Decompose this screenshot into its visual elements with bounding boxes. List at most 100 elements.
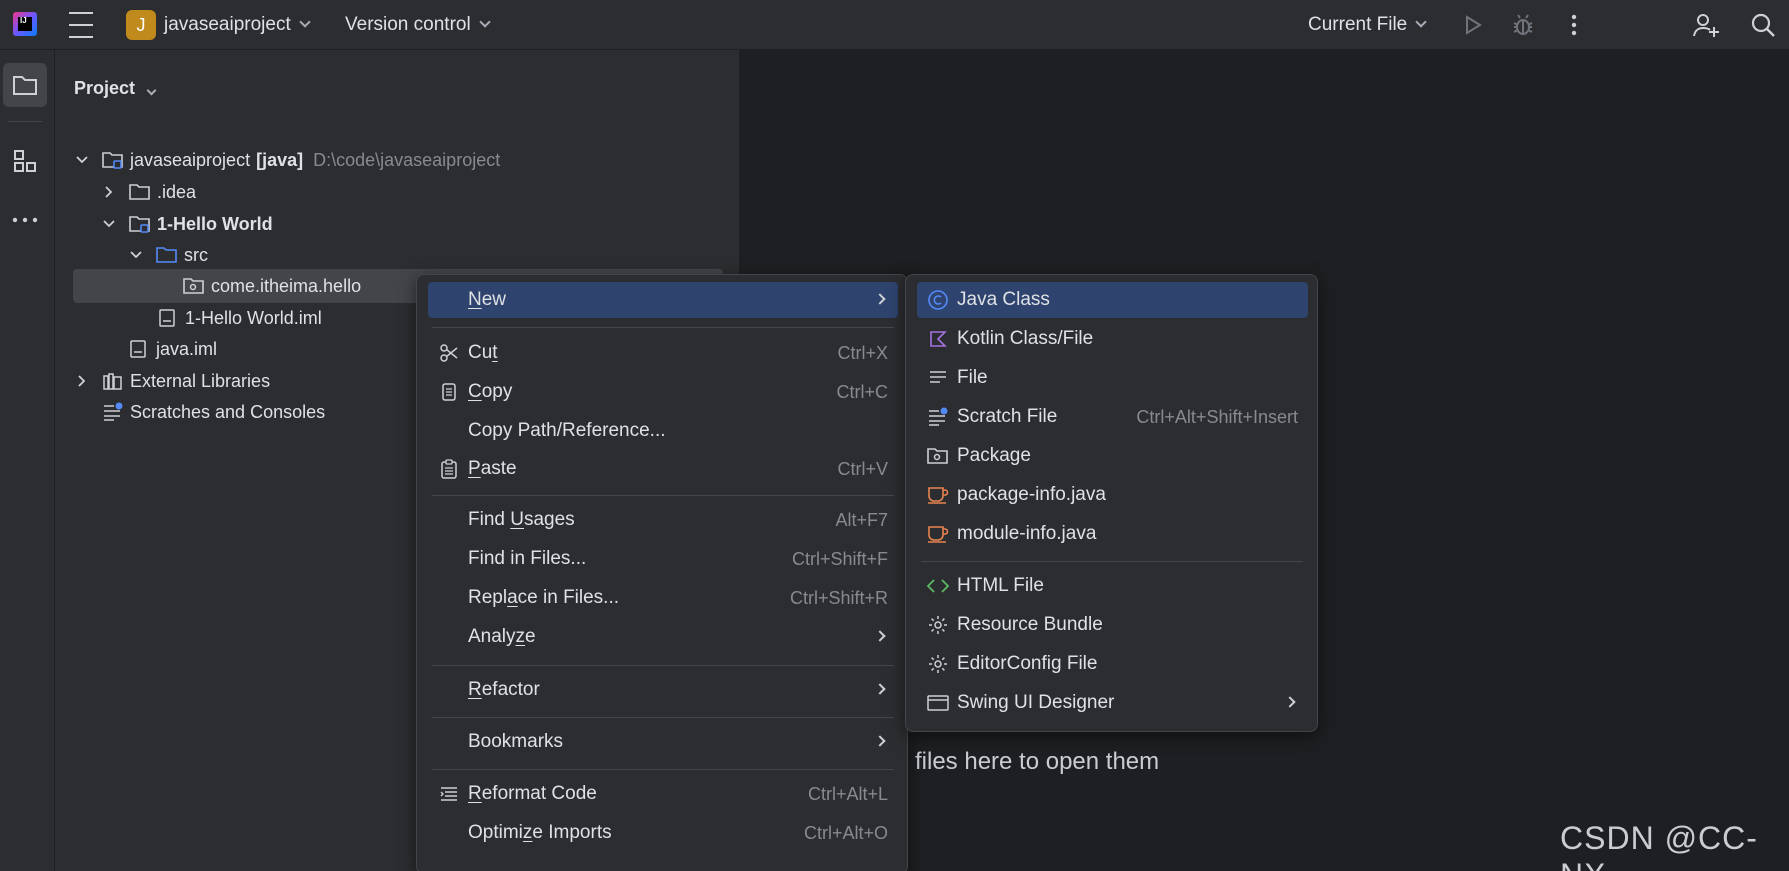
iml-file-icon	[128, 339, 150, 359]
tree-node-hello-world[interactable]: 1-Hello World	[101, 207, 273, 241]
run-config-label: Current File	[1308, 14, 1408, 35]
menu-item-optimize-imports[interactable]: Optimize Imports Ctrl+Alt+O	[428, 815, 898, 851]
submenu-item-resource-bundle[interactable]: Resource Bundle	[917, 607, 1308, 643]
folder-icon	[129, 182, 151, 202]
menu-item-analyze[interactable]: Analyze	[428, 619, 898, 655]
run-button[interactable]	[1462, 0, 1484, 50]
menu-item-bookmarks[interactable]: Bookmarks	[428, 724, 898, 760]
submenu-item-html-file[interactable]: HTML File	[917, 568, 1308, 604]
submenu-item-module-info[interactable]: module-info.java	[917, 516, 1308, 552]
menu-item-label: Java Class	[957, 289, 1050, 310]
more-tool-windows-button[interactable]	[3, 198, 47, 242]
tree-node-java-iml[interactable]: java.iml	[128, 332, 217, 366]
project-badge[interactable]: J	[126, 10, 156, 40]
submenu-item-package[interactable]: Package	[917, 438, 1308, 474]
tree-label: src	[184, 244, 208, 265]
menu-item-find-usages[interactable]: Find Usages Alt+F7	[428, 502, 898, 538]
menu-item-label: package-info.java	[957, 484, 1106, 505]
window-icon	[927, 692, 949, 714]
chevron-right-icon[interactable]	[101, 184, 117, 200]
more-vertical-icon	[1571, 14, 1577, 36]
menu-separator	[921, 561, 1303, 562]
scratches-icon	[102, 402, 124, 422]
menu-item-refactor[interactable]: Refactor	[428, 672, 898, 708]
project-selector[interactable]: javaseaiproject	[164, 0, 311, 50]
menu-item-copy[interactable]: Copy Ctrl+C	[428, 374, 898, 410]
main-menu-button[interactable]	[66, 0, 96, 50]
menu-item-replace-in-files[interactable]: Replace in Files... Ctrl+Shift+R	[428, 580, 898, 616]
menu-item-copy-path[interactable]: Copy Path/Reference...	[428, 413, 898, 449]
tree-node-scratches[interactable]: Scratches and Consoles	[102, 395, 325, 429]
java-cup-icon	[927, 484, 949, 506]
menu-item-cut[interactable]: Cut Ctrl+X	[428, 335, 898, 371]
chevron-right-icon	[874, 630, 886, 642]
watermark: CSDN @CC-NX	[1560, 820, 1758, 871]
more-actions-button[interactable]	[1570, 0, 1578, 50]
menu-item-paste[interactable]: Paste Ctrl+V	[428, 451, 898, 487]
title-bar: IJ J javaseaiproject Version control Cur…	[0, 0, 1789, 50]
version-control-label: Version control	[345, 14, 471, 35]
submenu-item-package-info[interactable]: package-info.java	[917, 477, 1308, 513]
submenu-item-scratch-file[interactable]: Scratch File Ctrl+Alt+Shift+Insert	[917, 399, 1308, 435]
menu-item-label: Swing UI Designer	[957, 692, 1115, 713]
tree-label: Scratches and Consoles	[130, 401, 326, 422]
structure-icon	[14, 150, 36, 172]
tree-label: javaseaiproject	[130, 149, 251, 170]
module-folder-icon	[102, 150, 124, 170]
submenu-item-kotlin-class[interactable]: Kotlin Class/File	[917, 321, 1308, 357]
structure-tool-button[interactable]	[3, 139, 47, 183]
tree-node-src[interactable]: src	[128, 238, 208, 272]
submenu-item-swing-ui-designer[interactable]: Swing UI Designer	[917, 685, 1308, 721]
tree-node-hello-world-iml[interactable]: 1-Hello World.iml	[157, 301, 322, 335]
menu-item-new[interactable]: New	[428, 282, 898, 318]
panel-title: Project	[74, 78, 136, 98]
reformat-icon	[438, 783, 460, 805]
run-config-selector[interactable]: Current File	[1308, 0, 1427, 50]
menu-item-label: Find in Files...	[468, 548, 587, 569]
menu-separator	[432, 717, 894, 718]
menu-item-find-in-files[interactable]: Find in Files... Ctrl+Shift+F	[428, 541, 898, 577]
tree-node-package[interactable]: come.itheima.hello	[183, 269, 361, 303]
tree-node-external-libraries[interactable]: External Libraries	[74, 364, 270, 398]
bug-icon	[1513, 14, 1533, 35]
copy-icon	[438, 381, 460, 403]
version-control-menu[interactable]: Version control	[345, 0, 491, 50]
context-menu: New Cut Ctrl+X Copy Ctrl+C Copy Path/Ref…	[416, 274, 908, 871]
chevron-down-icon[interactable]	[74, 152, 90, 168]
tree-node-idea[interactable]: .idea	[101, 175, 196, 209]
html-icon	[927, 575, 949, 597]
menu-item-label: Resource Bundle	[957, 614, 1103, 635]
tree-label: .idea	[157, 181, 197, 202]
menu-item-label: Package	[957, 445, 1031, 466]
tree-label: 1-Hello World	[157, 213, 273, 234]
debug-button[interactable]	[1511, 0, 1535, 50]
chevron-down-icon[interactable]	[101, 216, 117, 232]
project-panel-header[interactable]: Project	[74, 78, 157, 99]
submenu-item-file[interactable]: File	[917, 360, 1308, 396]
menu-separator	[432, 769, 894, 770]
tree-node-project-root[interactable]: javaseaiproject [java] D:\code\javaseaip…	[74, 143, 500, 177]
tree-label: java.iml	[156, 338, 218, 359]
menu-item-label: Copy	[468, 381, 513, 402]
menu-item-label: Analyze	[468, 626, 536, 647]
chevron-down-icon[interactable]	[128, 247, 144, 263]
chevron-right-icon	[874, 683, 886, 695]
menu-item-label: Refactor	[468, 679, 540, 700]
chevron-down-icon	[479, 16, 491, 28]
menu-item-reformat-code[interactable]: Reformat Code Ctrl+Alt+L	[428, 776, 898, 812]
project-name: javaseaiproject	[164, 14, 291, 35]
search-button[interactable]	[1750, 0, 1776, 50]
iml-file-icon	[157, 308, 179, 328]
menu-item-label: module-info.java	[957, 523, 1097, 544]
code-with-me-button[interactable]	[1692, 0, 1720, 50]
java-cup-icon	[927, 523, 949, 545]
project-tool-button[interactable]	[3, 63, 47, 107]
shortcut: Ctrl+V	[837, 458, 888, 479]
search-icon	[1751, 13, 1775, 37]
chevron-right-icon[interactable]	[74, 373, 90, 389]
submenu-item-java-class[interactable]: Java Class	[917, 282, 1308, 318]
shortcut: Ctrl+Shift+R	[789, 587, 888, 608]
intellij-logo-icon[interactable]: IJ	[13, 12, 37, 36]
submenu-item-editorconfig[interactable]: EditorConfig File	[917, 646, 1308, 682]
shortcut: Ctrl+Shift+F	[791, 548, 888, 569]
